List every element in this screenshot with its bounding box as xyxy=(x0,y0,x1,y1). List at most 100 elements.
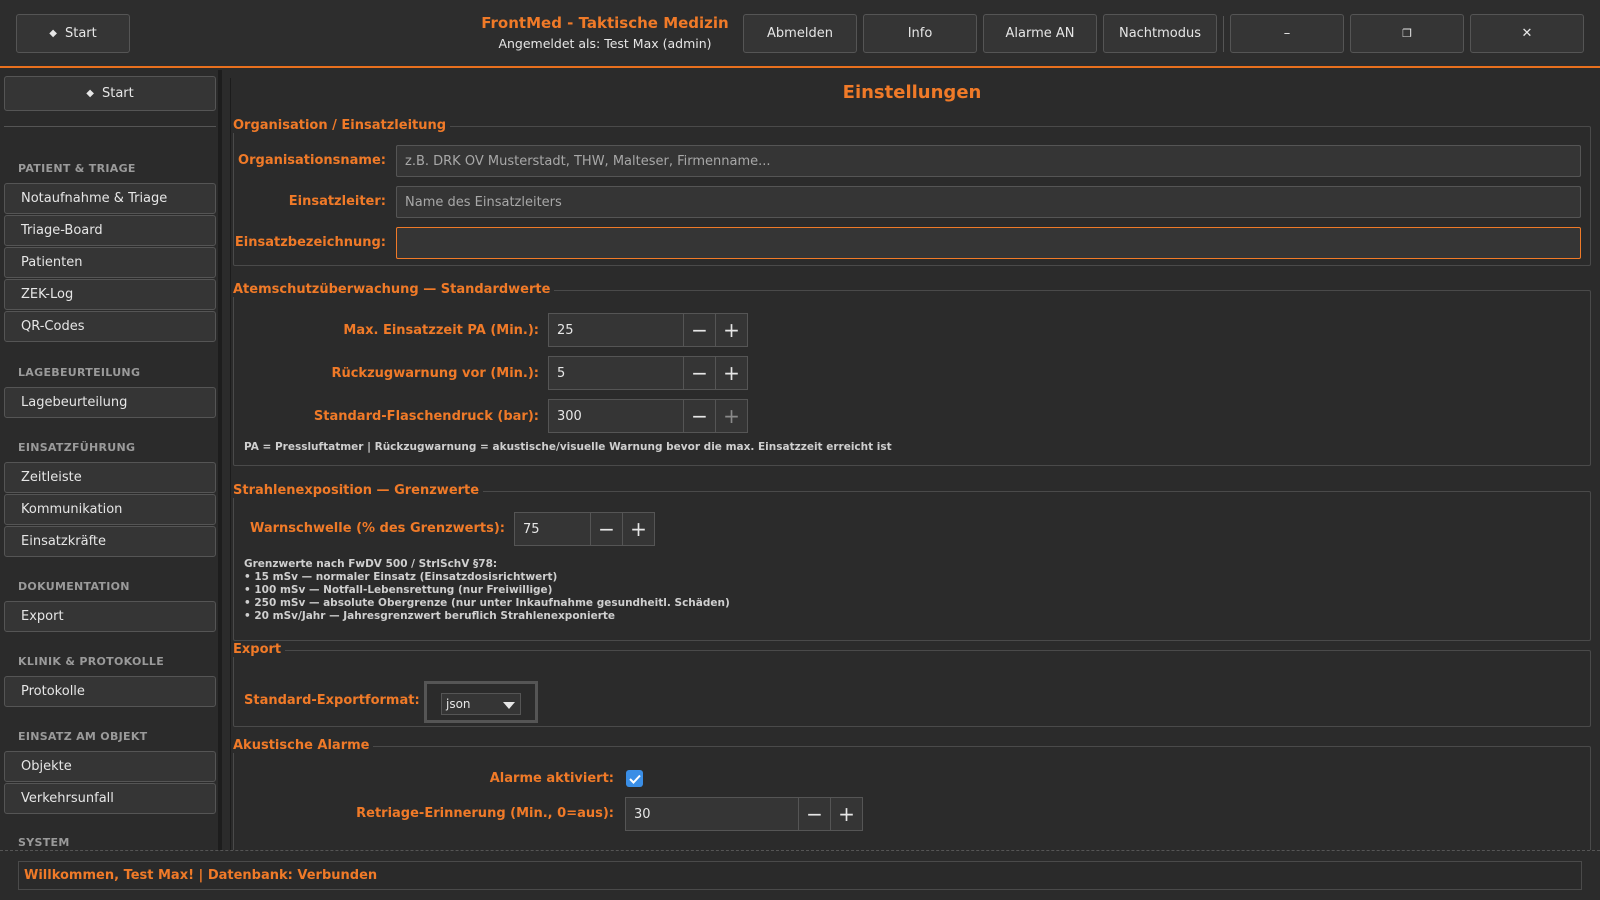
sidebar-item-zeitleiste[interactable]: Zeitleiste xyxy=(4,462,216,493)
radiation-notes: Grenzwerte nach FwDV 500 / StrlSchV §78:… xyxy=(244,558,730,623)
status-message: Willkommen, Test Max! | Datenbank: Verbu… xyxy=(18,861,1582,890)
status-bar: Willkommen, Test Max! | Datenbank: Verbu… xyxy=(0,850,1600,900)
plus-icon[interactable]: + xyxy=(715,399,748,433)
minimize-button[interactable]: – xyxy=(1230,14,1344,53)
minus-icon[interactable]: − xyxy=(798,797,831,831)
close-button[interactable]: ✕ xyxy=(1470,14,1584,53)
maximize-button[interactable]: ❐ xyxy=(1350,14,1464,53)
pressure-label: Standard-Flaschendruck (bar): xyxy=(313,409,539,424)
respiratory-group: Atemschutzüberwachung — Standardwerte Ma… xyxy=(233,282,1591,466)
title-block: FrontMed - Taktische Medizin Angemeldet … xyxy=(470,14,740,51)
organisation-group-title: Organisation / Einsatzleitung xyxy=(233,118,451,133)
start-button[interactable]: ◆ Start xyxy=(16,14,130,53)
retriage-stepper: 30 − + xyxy=(625,797,863,831)
alarms-group: Akustische Alarme Alarme aktiviert: Retr… xyxy=(233,738,1591,850)
night-mode-button[interactable]: Nachtmodus xyxy=(1103,14,1217,53)
pressure-value[interactable]: 300 xyxy=(548,399,684,433)
logout-button[interactable]: Abmelden xyxy=(743,14,857,53)
sidebar-section-klinik-protokolle: KLINIK & PROTOKOLLE xyxy=(18,655,165,668)
sidebar-splitter[interactable] xyxy=(218,70,222,850)
sidebar-item-kommunikation[interactable]: Kommunikation xyxy=(4,494,216,525)
sidebar-section-dokumentation: DOKUMENTATION xyxy=(18,580,130,593)
sidebar-start-button[interactable]: ◆ Start xyxy=(4,76,216,111)
radiation-note-line: • 20 mSv/Jahr — Jahresgrenzwert beruflic… xyxy=(244,610,616,622)
export-format-value: json xyxy=(446,697,471,711)
mission-input[interactable] xyxy=(396,227,1581,259)
sidebar-item-einsatzkraefte[interactable]: Einsatzkräfte xyxy=(4,526,216,557)
mission-label: Einsatzbezeichnung: xyxy=(234,235,386,250)
sidebar-item-patienten[interactable]: Patienten xyxy=(4,247,216,278)
sidebar-section-einsatzfuehrung: EINSATZFÜHRUNG xyxy=(18,441,136,454)
minus-icon[interactable]: − xyxy=(683,356,716,390)
sidebar-item-protokolle[interactable]: Protokolle xyxy=(4,676,216,707)
alarms-toggle-button[interactable]: Alarme AN xyxy=(983,14,1097,53)
max-time-label: Max. Einsatzzeit PA (Min.): xyxy=(343,323,539,338)
sidebar-item-qr-codes[interactable]: QR-Codes xyxy=(4,311,216,342)
radiation-note-line: • 250 mSv — absolute Obergrenze (nur unt… xyxy=(244,597,730,609)
page-title: Einstellungen xyxy=(842,82,982,103)
sidebar-item-verkehrsunfall[interactable]: Verkehrsunfall xyxy=(4,783,216,814)
org-name-input[interactable] xyxy=(396,145,1581,177)
sidebar-start-label: Start xyxy=(101,86,134,101)
logged-in-user: Angemeldet als: Test Max (admin) xyxy=(498,36,712,51)
minimize-icon: – xyxy=(1283,26,1291,41)
header-separator xyxy=(1223,16,1224,52)
alarms-group-title: Akustische Alarme xyxy=(233,738,374,753)
sidebar-item-triage-board[interactable]: Triage-Board xyxy=(4,215,216,246)
pressure-stepper: 300 − + xyxy=(548,399,748,433)
respiratory-note: PA = Pressluftatmer | Rückzugwarnung = a… xyxy=(244,441,892,453)
sidebar-section-system: SYSTEM xyxy=(18,836,70,849)
max-time-stepper: 25 − + xyxy=(548,313,748,347)
export-group: Export Standard-Exportformat: json xyxy=(233,642,1591,727)
sidebar-item-zek-log[interactable]: ZEK-Log xyxy=(4,279,216,310)
leader-label: Einsatzleiter: xyxy=(288,194,386,209)
export-format-select-frame: json xyxy=(424,681,538,723)
plus-icon[interactable]: + xyxy=(830,797,863,831)
minus-icon[interactable]: − xyxy=(590,512,623,546)
alarms-enabled-checkbox[interactable] xyxy=(626,770,643,787)
organisation-group: Organisation / Einsatzleitung Organisati… xyxy=(233,118,1591,266)
chevron-down-icon xyxy=(503,702,515,709)
export-group-title: Export xyxy=(233,642,286,657)
app-title: FrontMed - Taktische Medizin xyxy=(481,14,729,32)
plus-icon[interactable]: + xyxy=(622,512,655,546)
sidebar-section-einsatz-am-objekt: EINSATZ AM OBJEKT xyxy=(18,730,148,743)
threshold-value[interactable]: 75 xyxy=(514,512,591,546)
retreat-label: Rückzugwarnung vor (Min.): xyxy=(331,366,539,381)
close-icon: ✕ xyxy=(1521,26,1533,41)
radiation-note-line: • 100 mSv — Notfall-Lebensrettung (nur F… xyxy=(244,584,553,596)
retriage-value[interactable]: 30 xyxy=(625,797,799,831)
radiation-group-title: Strahlenexposition — Grenzwerte xyxy=(233,483,484,498)
alarms-enabled-label: Alarme aktiviert: xyxy=(489,771,614,786)
minus-icon[interactable]: − xyxy=(683,399,716,433)
retriage-label: Retriage-Erinnerung (Min., 0=aus): xyxy=(356,806,614,821)
export-format-label: Standard-Exportformat: xyxy=(244,693,420,708)
org-name-label: Organisationsname: xyxy=(238,153,386,168)
retreat-stepper: 5 − + xyxy=(548,356,748,390)
info-button[interactable]: Info xyxy=(863,14,977,53)
minus-icon[interactable]: − xyxy=(683,313,716,347)
max-time-value[interactable]: 25 xyxy=(548,313,684,347)
respiratory-group-title: Atemschutzüberwachung — Standardwerte xyxy=(233,282,555,297)
radiation-note-line: • 15 mSv — normaler Einsatz (Einsatzdosi… xyxy=(244,571,558,583)
radiation-group: Strahlenexposition — Grenzwerte Warnschw… xyxy=(233,483,1591,641)
radiation-note-line: Grenzwerte nach FwDV 500 / StrlSchV §78: xyxy=(244,558,498,570)
sidebar: ◆ Start PATIENT & TRIAGE Notaufnahme & T… xyxy=(0,70,220,850)
leader-input[interactable] xyxy=(396,186,1581,218)
sidebar-item-lagebeurteilung[interactable]: Lagebeurteilung xyxy=(4,387,216,418)
sidebar-item-notaufnahme[interactable]: Notaufnahme & Triage xyxy=(4,183,216,214)
export-format-select[interactable]: json xyxy=(441,693,521,715)
sidebar-item-objekte[interactable]: Objekte xyxy=(4,751,216,782)
diamond-icon: ◆ xyxy=(86,88,94,99)
threshold-stepper: 75 − + xyxy=(514,512,655,546)
sidebar-item-export[interactable]: Export xyxy=(4,601,216,632)
plus-icon[interactable]: + xyxy=(715,313,748,347)
retreat-value[interactable]: 5 xyxy=(548,356,684,390)
diamond-icon: ◆ xyxy=(49,28,57,39)
maximize-icon: ❐ xyxy=(1402,27,1412,40)
settings-panel: Einstellungen Organisation / Einsatzleit… xyxy=(230,78,1593,850)
threshold-label: Warnschwelle (% des Grenzwerts): xyxy=(249,521,505,536)
plus-icon[interactable]: + xyxy=(715,356,748,390)
sidebar-section-patient-triage: PATIENT & TRIAGE xyxy=(18,162,136,175)
start-button-label: Start xyxy=(64,26,97,41)
